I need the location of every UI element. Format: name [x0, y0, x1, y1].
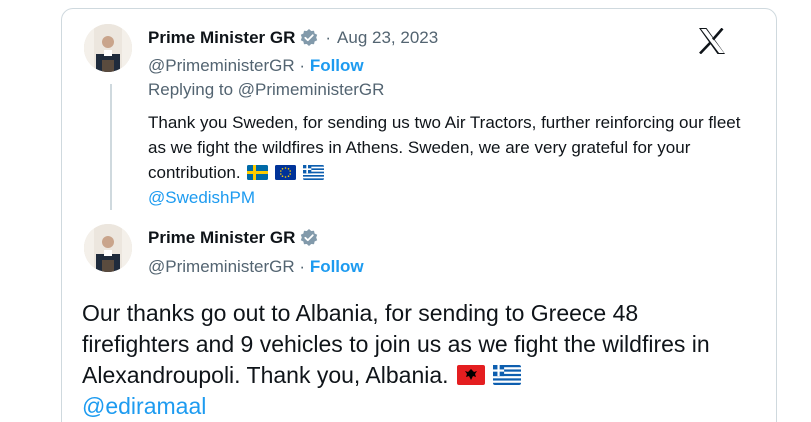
main-author-avatar[interactable] — [84, 224, 132, 272]
greece-flag — [302, 165, 324, 180]
handle-separator: · — [299, 56, 306, 75]
main-mention-link[interactable]: @ediramaal — [82, 393, 206, 419]
quoted-author-name[interactable]: Prime Minister GR — [148, 28, 295, 48]
quoted-mention-link[interactable]: @SwedishPM — [148, 188, 255, 207]
handle-separator: · — [299, 257, 306, 276]
eu-flag — [275, 165, 297, 180]
verified-badge-icon — [299, 228, 319, 248]
tweet-date[interactable]: Aug 23, 2023 — [337, 28, 438, 48]
quoted-tweet-body: Thank you Sweden, for sending us two Air… — [148, 110, 748, 210]
main-author-row: Prime Minister GR — [148, 228, 319, 248]
thread-connector-line — [110, 84, 112, 210]
albania-flag — [456, 365, 485, 385]
date-separator: · — [325, 28, 332, 47]
quoted-tweet-text: Thank you Sweden, for sending us two Air… — [148, 113, 741, 182]
main-tweet-body: Our thanks go out to Albania, for sendin… — [82, 298, 742, 422]
quoted-author-handle[interactable]: @PrimeministerGR — [148, 56, 295, 75]
follow-button[interactable]: Follow — [310, 56, 364, 75]
quoted-handle-row: @PrimeministerGR · Follow — [148, 56, 364, 76]
main-author-handle[interactable]: @PrimeministerGR — [148, 257, 295, 276]
verified-badge-icon — [299, 28, 319, 48]
main-author-name[interactable]: Prime Minister GR — [148, 228, 295, 248]
quoted-author-row: Prime Minister GR · Aug 23, 2023 — [148, 28, 438, 48]
greece-flag — [493, 365, 522, 385]
main-tweet-text: Our thanks go out to Albania, for sendin… — [82, 300, 710, 388]
x-logo-icon[interactable] — [698, 27, 726, 55]
replying-to-label: Replying to @PrimeministerGR — [148, 80, 385, 99]
sweden-flag — [247, 165, 269, 180]
main-handle-row: @PrimeministerGR · Follow — [148, 257, 364, 277]
follow-button[interactable]: Follow — [310, 257, 364, 276]
quoted-author-avatar[interactable] — [84, 24, 132, 72]
